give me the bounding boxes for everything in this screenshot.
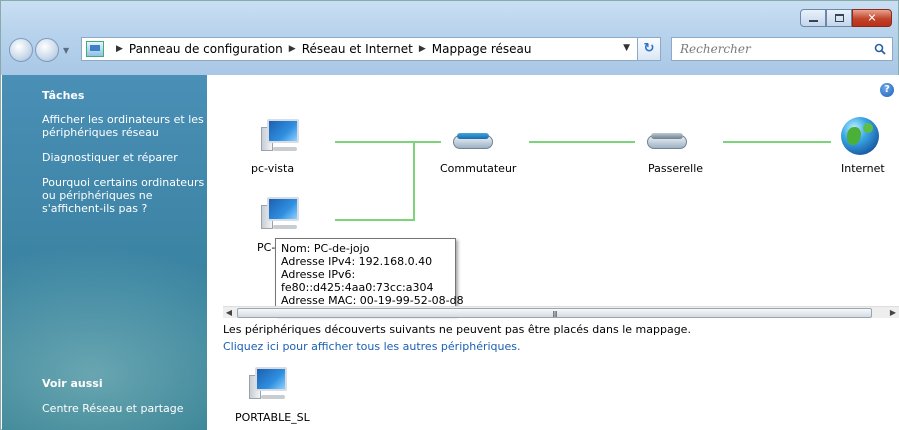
globe-land [847, 127, 861, 145]
computer-stand [261, 395, 285, 399]
task-why-not-shown[interactable]: Pourquoi certains ordinateurs ou périphé… [42, 176, 204, 215]
globe-land [863, 123, 873, 133]
address-dropdown-icon[interactable]: ▼ [623, 43, 630, 53]
connection-line [529, 141, 635, 143]
back-button[interactable] [9, 38, 33, 62]
task-line: s'affichent-ils pas ? [42, 202, 148, 215]
help-icon[interactable]: ? [880, 83, 894, 97]
tooltip-name: Nom: PC-de-jojo [281, 242, 370, 255]
breadcrumb-network-map[interactable]: Mappage réseau [432, 42, 532, 56]
tooltip-ipv6: fe80::d425:4aa0:73cc:a304 [281, 281, 434, 294]
connection-line [415, 141, 441, 143]
search-icon[interactable] [874, 43, 886, 55]
tooltip-ipv4: Adresse IPv4: 192.168.0.40 [281, 255, 433, 268]
task-line: périphériques réseau [42, 126, 159, 139]
window-chrome: ✕ ▼ ▶ Panneau de configuration ▶ Réseau … [1, 1, 898, 75]
navigation-buttons: ▼ [9, 35, 73, 65]
connection-line [335, 219, 415, 221]
connection-line [413, 141, 415, 221]
computer-stand [273, 225, 297, 229]
gateway-top [651, 133, 683, 139]
minimize-button[interactable] [800, 9, 826, 27]
pc-jojo-device[interactable] [261, 195, 301, 233]
task-diagnose-repair[interactable]: Diagnostiquer et réparer [42, 151, 178, 164]
scrollbar-thumb[interactable]: III [237, 308, 872, 319]
switch-device[interactable] [453, 129, 493, 151]
device-label-portable[interactable]: PORTABLE_SL [235, 411, 310, 424]
recent-pages-dropdown-icon[interactable]: ▼ [63, 46, 69, 55]
scrollbar-grip: III [552, 310, 557, 319]
task-line: Pourquoi certains ordinateurs [42, 176, 205, 189]
task-pane: Tâches Afficher les ordinateurs et les p… [2, 75, 207, 430]
search-placeholder: Rechercher [680, 42, 751, 56]
task-show-devices[interactable]: Afficher les ordinateurs et les périphér… [42, 113, 204, 139]
minimize-icon [809, 20, 818, 22]
search-input[interactable]: Rechercher [671, 37, 893, 61]
switch-top [457, 133, 489, 139]
close-icon: ✕ [867, 11, 877, 25]
network-map-window: ✕ ▼ ▶ Panneau de configuration ▶ Réseau … [0, 0, 899, 430]
device-label-switch[interactable]: Commutateur [440, 162, 516, 175]
internet-globe-icon[interactable] [841, 117, 879, 155]
forward-button[interactable] [35, 38, 59, 62]
refresh-button[interactable]: ↻ [637, 37, 661, 61]
show-all-devices-link[interactable]: Cliquez ici pour afficher tous les autre… [223, 340, 521, 353]
computer-monitor [255, 367, 287, 391]
device-label-gateway[interactable]: Passerelle [648, 162, 703, 175]
maximize-button[interactable] [826, 9, 852, 27]
breadcrumb-separator-icon[interactable]: ▶ [419, 44, 426, 54]
address-bar[interactable]: ▶ Panneau de configuration ▶ Réseau et I… [81, 37, 661, 61]
window-controls: ✕ [800, 9, 892, 27]
task-line: Afficher les ordinateurs et les [42, 113, 204, 126]
undiscovered-devices-text: Les périphériques découverts suivants ne… [223, 323, 691, 336]
breadcrumb-separator-icon[interactable]: ▶ [289, 44, 296, 54]
device-label-pc-vista[interactable]: pc-vista [251, 162, 294, 175]
computer-stand [273, 147, 297, 151]
task-line: ou périphériques ne [42, 189, 153, 202]
connection-line [723, 141, 831, 143]
network-map-area: ? pc-vista Commutateur Passerelle Intern… [207, 75, 899, 430]
portable-device[interactable] [249, 365, 289, 403]
maximize-icon [835, 14, 844, 22]
device-tooltip: Nom: PC-de-jojo Adresse IPv4: 192.168.0.… [275, 238, 464, 315]
device-label-internet[interactable]: Internet [841, 162, 885, 175]
gateway-device[interactable] [647, 129, 687, 151]
control-panel-icon [86, 41, 104, 57]
see-also-heading: Voir aussi [42, 377, 103, 390]
scroll-left-icon[interactable]: ◀ [223, 307, 235, 319]
breadcrumb-network-internet[interactable]: Réseau et Internet [302, 42, 413, 56]
breadcrumb-separator-icon[interactable]: ▶ [116, 44, 123, 54]
breadcrumb-control-panel[interactable]: Panneau de configuration [129, 42, 283, 56]
close-button[interactable]: ✕ [852, 9, 892, 27]
scroll-right-icon[interactable]: ▶ [887, 307, 899, 319]
connection-line [335, 141, 415, 143]
tooltip-ipv6-label: Adresse IPv6: [281, 268, 356, 281]
device-label-pc-jojo[interactable]: PC- [257, 241, 275, 254]
task-line: Diagnostiquer et réparer [42, 151, 178, 164]
computer-monitor [267, 197, 299, 221]
network-sharing-center-link[interactable]: Centre Réseau et partage [42, 402, 184, 415]
pc-vista-device[interactable] [261, 117, 301, 155]
computer-monitor [267, 119, 299, 143]
tasks-heading: Tâches [42, 89, 85, 102]
horizontal-scrollbar[interactable]: ◀ III ▶ [223, 306, 899, 319]
